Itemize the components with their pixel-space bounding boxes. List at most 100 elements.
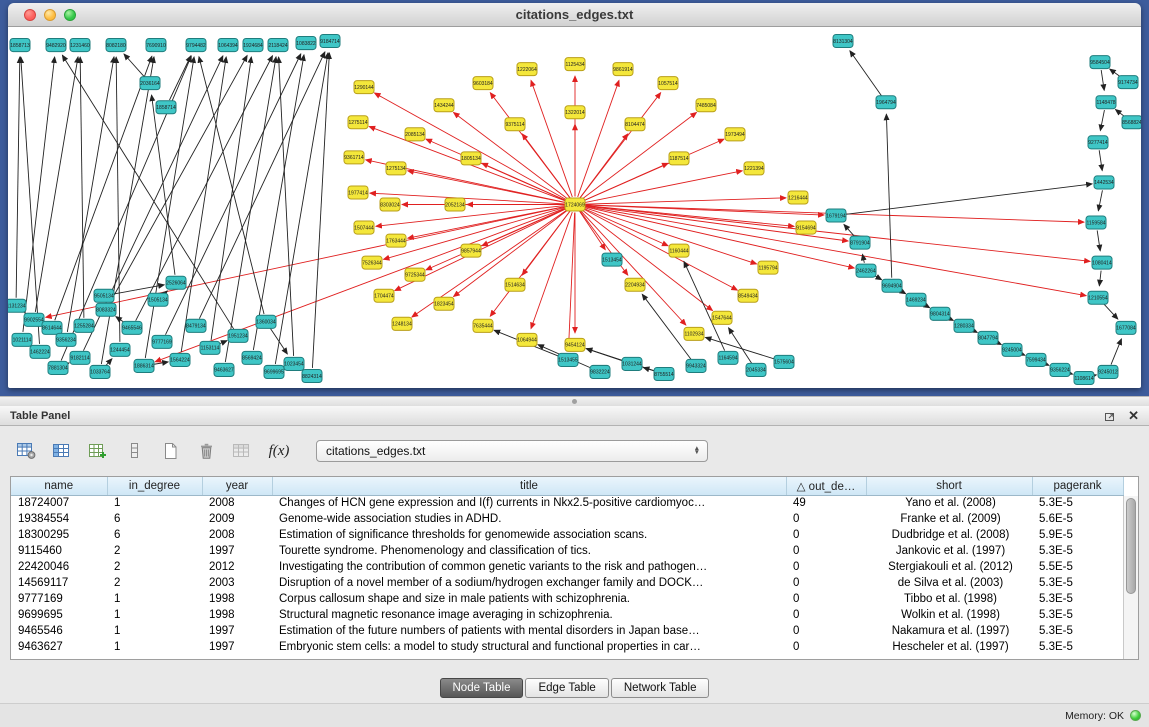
graph-edge[interactable]	[1100, 110, 1104, 130]
table-cell-in_degree[interactable]: 6	[107, 527, 202, 543]
graph-node[interactable]: 1255284	[74, 319, 94, 332]
graph-node[interactable]: 8303024	[380, 198, 400, 211]
graph-node[interactable]: 1434244	[434, 99, 454, 112]
graph-node[interactable]: 1469234	[906, 293, 926, 306]
graph-node[interactable]: 1513454	[602, 253, 622, 266]
graph-node[interactable]: 9943324	[686, 359, 706, 372]
table-cell-pagerank[interactable]: 5.5E-5	[1032, 559, 1123, 575]
graph-node[interactable]: 1222064	[517, 63, 537, 76]
graph-edge[interactable]	[482, 163, 568, 201]
graph-node[interactable]: 8083324	[96, 303, 116, 316]
graph-edge[interactable]	[583, 198, 786, 204]
table-cell-in_degree[interactable]: 1	[107, 623, 202, 639]
graph-node[interactable]: 9725344	[405, 268, 425, 281]
graph-edge[interactable]	[1103, 304, 1117, 319]
graph-node[interactable]: 1679194	[826, 209, 846, 222]
graph-node[interactable]: 1514634	[505, 278, 525, 291]
graph-edge[interactable]	[583, 205, 824, 215]
graph-node[interactable]: 2085134	[405, 128, 425, 141]
table-row[interactable]: 2242004622012Investigating the contribut…	[11, 559, 1123, 575]
table-cell-year[interactable]: 1997	[202, 623, 272, 639]
graph-node[interactable]: 9154694	[796, 221, 816, 234]
graph-edge[interactable]	[581, 209, 712, 310]
graph-node[interactable]: 9463627	[214, 363, 234, 376]
graph-edge[interactable]	[582, 163, 668, 201]
graph-edge[interactable]	[270, 328, 287, 353]
graph-edge[interactable]	[80, 57, 84, 318]
graph-node[interactable]: 9174734	[1118, 76, 1138, 89]
graph-node[interactable]: 1248134	[392, 317, 412, 330]
column-header-pagerank[interactable]: pagerank	[1032, 477, 1123, 495]
table-cell-year[interactable]: 1997	[202, 543, 272, 559]
graph-edge[interactable]	[569, 213, 575, 348]
graph-node[interactable]: 1886314	[134, 359, 154, 372]
tab-network-table[interactable]: Network Table	[611, 678, 710, 698]
graph-edge[interactable]	[211, 57, 251, 340]
graph-node[interactable]: 7690910	[146, 39, 166, 52]
table-cell-year[interactable]: 1998	[202, 607, 272, 623]
graph-node[interactable]: 1160444	[669, 244, 689, 257]
split-pane-divider[interactable]	[0, 396, 1149, 406]
graph-node[interactable]: 8755514	[654, 367, 674, 380]
graph-node[interactable]: 8104474	[625, 118, 645, 131]
graph-node[interactable]: 9356224	[1050, 363, 1070, 376]
new-document-icon[interactable]	[156, 438, 184, 464]
table-cell-out_degree[interactable]: 0	[786, 511, 866, 527]
table-cell-out_degree[interactable]: 0	[786, 575, 866, 591]
table-cell-title[interactable]: Embryonic stem cells: a model to study s…	[272, 639, 786, 655]
graph-edge[interactable]	[580, 210, 685, 325]
graph-node[interactable]: 9857944	[461, 244, 481, 257]
table-cell-short[interactable]: Wolkin et al. (1998)	[866, 607, 1032, 623]
zoom-window-icon[interactable]	[64, 9, 76, 21]
graph-node[interactable]: 1275134	[386, 162, 406, 175]
table-cell-in_degree[interactable]: 6	[107, 511, 202, 527]
graph-node[interactable]: 9361714	[344, 151, 364, 164]
graph-node[interactable]: 1108614	[1074, 371, 1094, 384]
table-cell-title[interactable]: Estimation of the future numbers of pati…	[272, 623, 786, 639]
table-cell-in_degree[interactable]: 2	[107, 575, 202, 591]
table-cell-pagerank[interactable]: 5.3E-5	[1032, 543, 1123, 559]
graph-node[interactable]: 7485084	[696, 99, 716, 112]
table-cell-in_degree[interactable]: 1	[107, 607, 202, 623]
table-cell-name[interactable]: 9699695	[11, 607, 107, 623]
table-cell-title[interactable]: Estimation of significance thresholds fo…	[272, 527, 786, 543]
graph-node[interactable]: 1148478	[1096, 96, 1116, 109]
graph-node[interactable]: 1805134	[461, 152, 481, 165]
table-cell-title[interactable]: Tourette syndrome. Phenomenology and cla…	[272, 543, 786, 559]
graph-node[interactable]: 2118424	[268, 39, 288, 52]
table-cell-name[interactable]: 18300295	[11, 527, 107, 543]
table-row[interactable]: 977716911998Corpus callosum shape and si…	[11, 591, 1123, 607]
table-cell-title[interactable]: Genome-wide association studies in ADHD.	[272, 511, 786, 527]
table-cell-year[interactable]: 2009	[202, 511, 272, 527]
table-row[interactable]: 1456911722003Disruption of a novel membe…	[11, 575, 1123, 591]
table-row[interactable]: 946362711997Embryonic stem cells: a mode…	[11, 639, 1123, 655]
column-header-out_degree[interactable]: △ out_de…	[786, 477, 866, 495]
graph-node[interactable]: 7881304	[48, 361, 68, 374]
graph-node[interactable]: 2036164	[140, 77, 160, 90]
graph-node[interactable]: 1083822	[296, 37, 316, 50]
graph-node[interactable]: 8791904	[850, 236, 870, 249]
graph-node[interactable]: 7635444	[473, 319, 493, 332]
table-cell-out_degree[interactable]: 0	[786, 559, 866, 575]
graph-node[interactable]: 1564224	[170, 353, 190, 366]
table-cell-year[interactable]: 1997	[202, 639, 272, 655]
table-cell-pagerank[interactable]: 5.6E-5	[1032, 511, 1123, 527]
graph-node[interactable]: 8824314	[302, 369, 322, 382]
graph-edge[interactable]	[279, 57, 294, 356]
network-canvas[interactable]: 1858713948292012314608082180769091097944…	[8, 27, 1141, 388]
graph-node[interactable]: 9902554	[24, 313, 44, 326]
graph-node[interactable]: 9777169	[152, 335, 172, 348]
table-cell-pagerank[interactable]: 5.3E-5	[1032, 607, 1123, 623]
graph-node[interactable]: 1187514	[669, 152, 689, 165]
tab-node-table[interactable]: Node Table	[440, 678, 524, 698]
graph-edge[interactable]	[275, 53, 328, 364]
graph-edge[interactable]	[1101, 70, 1104, 90]
table-cell-title[interactable]: Structural magnetic resonance image aver…	[272, 607, 786, 623]
graph-node[interactable]: 1195794	[758, 261, 778, 274]
graph-node[interactable]: 1131234	[8, 299, 26, 312]
table-cell-title[interactable]: Changes of HCN gene expression and I(f) …	[272, 495, 786, 511]
graph-node[interactable]: 9584504	[1090, 56, 1110, 69]
graph-node[interactable]: 2204934	[625, 278, 645, 291]
graph-edge[interactable]	[1111, 339, 1121, 365]
table-cell-pagerank[interactable]: 5.9E-5	[1032, 527, 1123, 543]
